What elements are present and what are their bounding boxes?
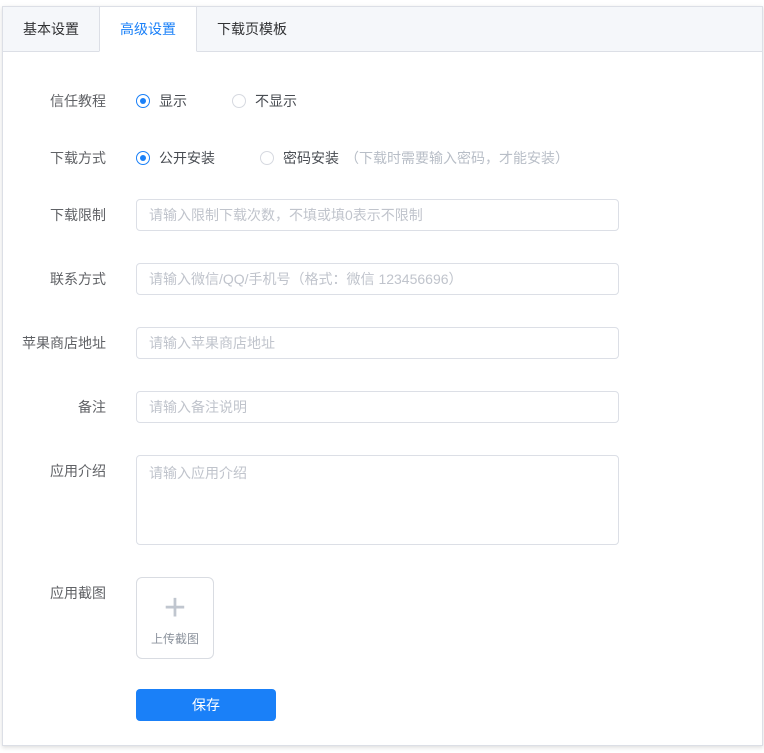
radio-hide[interactable]: 不显示 xyxy=(232,91,297,111)
radio-selected-icon xyxy=(136,94,150,108)
radio-show[interactable]: 显示 xyxy=(136,91,187,111)
trust-tutorial-label: 信任教程 xyxy=(50,93,106,109)
radio-show-label: 显示 xyxy=(159,93,187,109)
radio-selected-icon xyxy=(136,151,150,165)
remark-input[interactable] xyxy=(136,391,619,423)
tab-bar: 基本设置 高级设置 下载页模板 xyxy=(3,7,762,52)
radio-hide-label: 不显示 xyxy=(255,93,297,109)
radio-public-install-label: 公开安装 xyxy=(159,150,215,166)
tab-bar-filler xyxy=(307,7,762,52)
tab-download-page-template[interactable]: 下载页模板 xyxy=(197,7,307,52)
contact-input[interactable] xyxy=(136,263,619,295)
download-limit-input[interactable] xyxy=(136,199,619,231)
upload-screenshot-button[interactable]: + 上传截图 xyxy=(136,577,214,659)
download-limit-label: 下载限制 xyxy=(50,207,106,223)
form-item-appstore-url: 苹果商店地址 xyxy=(3,327,762,359)
form-item-app-intro: 应用介绍 xyxy=(3,455,762,545)
tab-advanced-settings[interactable]: 高级设置 xyxy=(99,7,197,52)
upload-screenshot-text: 上传截图 xyxy=(150,631,199,646)
radio-public-install[interactable]: 公开安装 xyxy=(136,148,215,168)
app-intro-label: 应用介绍 xyxy=(50,463,106,479)
password-install-note: （下载时需要输入密码，才能安装） xyxy=(345,150,569,166)
radio-unselected-icon xyxy=(260,151,274,165)
appstore-url-label: 苹果商店地址 xyxy=(22,335,106,351)
save-button[interactable]: 保存 xyxy=(136,689,276,721)
remark-label: 备注 xyxy=(78,399,106,415)
form-item-download-limit: 下载限制 xyxy=(3,199,762,231)
form-item-contact: 联系方式 xyxy=(3,263,762,295)
app-screenshot-label: 应用截图 xyxy=(50,585,106,601)
contact-label: 联系方式 xyxy=(50,271,106,287)
tab-basic-settings[interactable]: 基本设置 xyxy=(3,7,99,52)
radio-password-install[interactable]: 密码安装 xyxy=(260,148,339,168)
radio-password-install-label: 密码安装 xyxy=(283,150,339,166)
plus-icon: + xyxy=(163,586,187,629)
radio-unselected-icon xyxy=(232,94,246,108)
app-intro-textarea[interactable] xyxy=(136,455,619,545)
settings-card: 基本设置 高级设置 下载页模板 信任教程 显示 不显示 下载方式 公开安装 密码… xyxy=(2,6,763,746)
form-item-download-method: 下载方式 公开安装 密码安装 （下载时需要输入密码，才能安装） xyxy=(3,142,762,174)
download-method-label: 下载方式 xyxy=(50,150,106,166)
form-item-app-screenshot: 应用截图 + 上传截图 xyxy=(3,577,762,659)
appstore-url-input[interactable] xyxy=(136,327,619,359)
form-item-trust-tutorial: 信任教程 显示 不显示 xyxy=(3,85,762,117)
form-item-remark: 备注 xyxy=(3,391,762,423)
form-body: 信任教程 显示 不显示 下载方式 公开安装 密码安装 （下载时需要输入密码，才能… xyxy=(3,52,762,721)
